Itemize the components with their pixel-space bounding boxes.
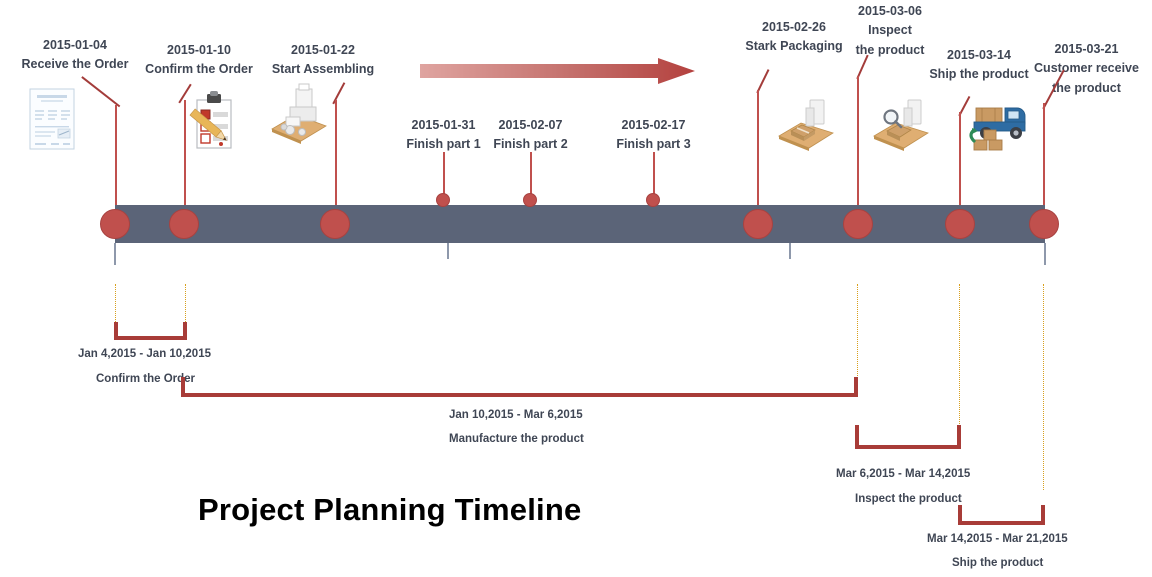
- milestone-marker[interactable]: [320, 209, 350, 239]
- connector-vertical: [857, 76, 859, 212]
- milestone-date: 2015-02-17: [621, 118, 686, 132]
- milestone-date: 2015-03-14: [947, 48, 1011, 62]
- connector-diagonal: [81, 76, 121, 107]
- milestone-name: Stark Packaging: [745, 39, 843, 54]
- milestone-label-finish-part-2: 2015-02-07 Finish part 2: [473, 116, 588, 155]
- milestone-marker[interactable]: [436, 193, 450, 207]
- milestone-date: 2015-01-10: [167, 43, 231, 57]
- milestone-marker[interactable]: [646, 193, 660, 207]
- milestone-marker[interactable]: [945, 209, 975, 239]
- milestone-marker[interactable]: [100, 209, 130, 239]
- milestone-date: 2015-02-26: [762, 20, 826, 34]
- phase-name: Manufacture the product: [449, 433, 584, 445]
- packaging-box-icon: [775, 96, 837, 156]
- milestone-date: 2015-02-07: [498, 118, 563, 132]
- page-title: Project Planning Timeline: [198, 492, 582, 527]
- connector-vertical: [335, 100, 337, 210]
- connector-vertical: [757, 90, 759, 212]
- assembly-machine-icon: [268, 82, 330, 149]
- connector-vertical: [115, 105, 117, 210]
- timeline-tick: [1044, 243, 1046, 265]
- milestone-name: Ship the product: [929, 67, 1029, 82]
- phase-range: Jan 10,2015 - Mar 6,2015: [449, 409, 583, 421]
- phase-range: Jan 4,2015 - Jan 10,2015: [78, 348, 211, 360]
- inspect-magnifier-icon: [870, 96, 932, 156]
- milestone-name: Start Assembling: [271, 62, 375, 77]
- connector-vertical: [959, 112, 961, 212]
- milestone-label-finish-part-3: 2015-02-17 Finish part 3: [596, 116, 711, 155]
- milestone-label-customer-receive-the-product: 2015-03-21 Customer receive the product: [1024, 40, 1149, 98]
- milestone-marker[interactable]: [743, 209, 773, 239]
- milestone-date: 2015-01-04: [43, 38, 107, 52]
- milestone-name-line1: Customer receive: [1034, 61, 1139, 76]
- milestone-label-confirm-the-order: 2015-01-10 Confirm the Order: [135, 41, 263, 80]
- milestone-name-line2: the product: [1052, 80, 1121, 95]
- timeline-tick: [114, 243, 116, 265]
- milestone-label-ship-the-product: 2015-03-14 Ship the product: [923, 46, 1035, 85]
- assembly-progress-arrow-icon: [420, 58, 695, 84]
- milestone-label-receive-the-order: 2015-01-04 Receive the Order: [10, 36, 140, 75]
- phase-guide-line: [1043, 284, 1044, 490]
- milestone-marker[interactable]: [169, 209, 199, 239]
- phase-guide-line: [959, 284, 960, 430]
- connector-vertical: [443, 152, 445, 196]
- milestone-label-start-assembling: 2015-01-22 Start Assembling: [262, 41, 384, 80]
- phase-guide-line: [857, 284, 858, 380]
- timeline-tick: [789, 243, 791, 259]
- milestone-marker[interactable]: [843, 209, 873, 239]
- milestone-name: Receive the Order: [21, 57, 129, 72]
- milestone-marker[interactable]: [1029, 209, 1059, 239]
- invoice-document-icon: [27, 88, 77, 155]
- phase-range: Mar 14,2015 - Mar 21,2015: [927, 533, 1068, 545]
- connector-vertical: [184, 100, 186, 210]
- milestone-name: Confirm the Order: [145, 62, 253, 77]
- delivery-truck-icon: [962, 100, 1034, 157]
- phase-name: Inspect the product: [855, 493, 962, 505]
- connector-vertical: [653, 152, 655, 196]
- timeline-tick: [447, 243, 449, 259]
- phase-name: Ship the product: [952, 557, 1044, 569]
- milestone-marker[interactable]: [523, 193, 537, 207]
- milestone-date: 2015-03-06: [858, 4, 922, 18]
- milestone-date: 2015-01-22: [291, 43, 355, 57]
- timeline-bar: [115, 205, 1045, 243]
- timeline-canvas: 2015-01-04 Receive the Order 2015-01-10 …: [0, 0, 1152, 577]
- connector-vertical: [530, 152, 532, 196]
- milestone-name-line1: Inspect: [868, 23, 912, 38]
- milestone-date: 2015-03-21: [1054, 42, 1119, 56]
- milestone-label-stark-packaging: 2015-02-26 Stark Packaging: [733, 18, 855, 57]
- phase-range: Mar 6,2015 - Mar 14,2015: [836, 468, 971, 480]
- connector-vertical: [1043, 103, 1045, 211]
- checklist-pencil-icon: [188, 90, 240, 157]
